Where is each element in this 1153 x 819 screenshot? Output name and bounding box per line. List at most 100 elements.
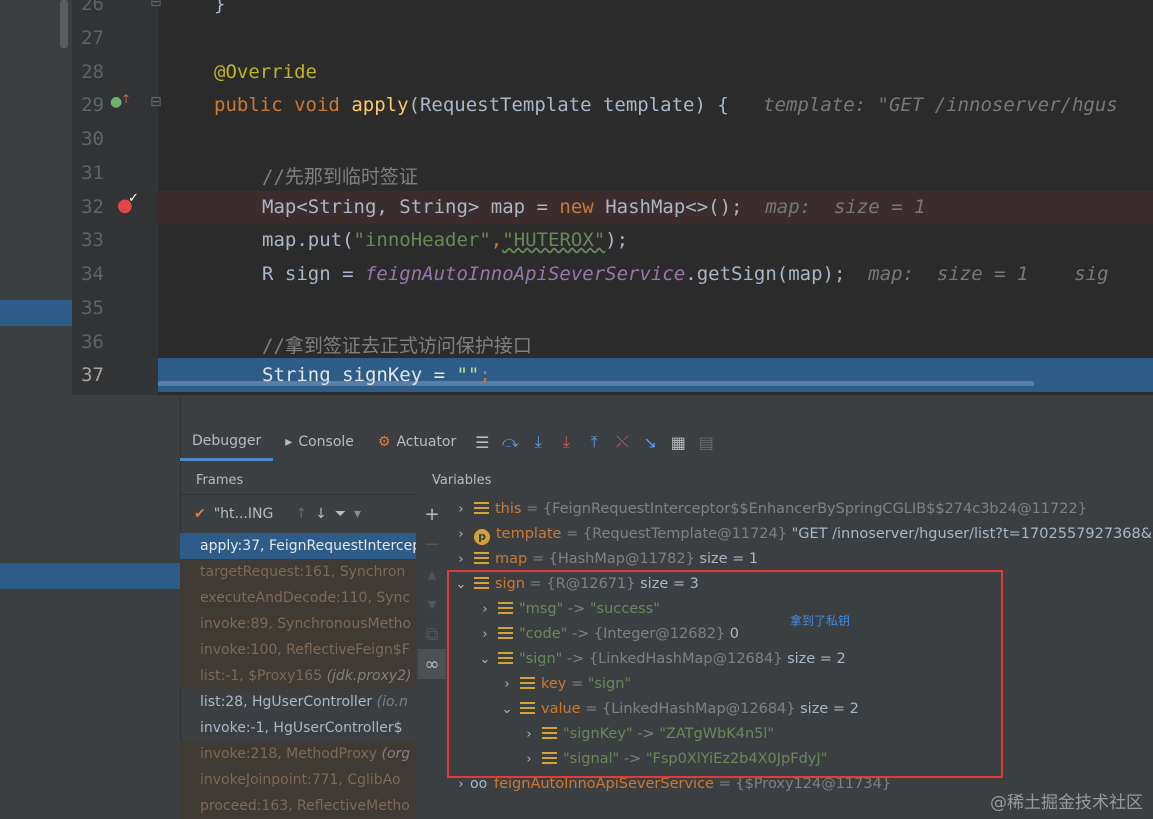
frame-item[interactable]: invokeJoinpoint:771, CglibAo: [180, 767, 416, 793]
variables-tree: › this = {FeignRequestInterceptor$$Enhanc…: [448, 495, 1153, 819]
field-icon: [474, 552, 489, 564]
step-out-icon[interactable]: ⤒: [580, 428, 608, 456]
collapse-arrow-icon[interactable]: ⌄: [454, 572, 468, 597]
up-arrow-icon[interactable]: ↑: [295, 506, 307, 522]
frame-item[interactable]: invoke:100, ReflectiveFeign$F: [180, 637, 416, 663]
line-number: 31: [81, 162, 104, 184]
frame-item[interactable]: proceed:163, ReflectiveMetho: [180, 793, 416, 819]
variable-row[interactable]: ⌄ sign = {R@12671} size = 3: [454, 572, 699, 597]
layout-menu-icon[interactable]: ☰: [468, 428, 496, 456]
watermark: @稀土掘金技术社区: [990, 793, 1143, 813]
tab-label: Actuator: [396, 434, 457, 450]
inline-debug-hint: map: size = 1: [765, 196, 926, 218]
drop-frame-icon[interactable]: ⤬: [608, 428, 636, 456]
parameter-icon: p: [474, 529, 490, 545]
variable-row[interactable]: ⌄ "sign" -> {LinkedHashMap@12684} size = …: [478, 647, 846, 672]
variable-row[interactable]: › this = {FeignRequestInterceptor$$Enhanc…: [454, 497, 1087, 522]
debug-tool-window: Debugger ▸ Console ⚙ Actuator ☰ ⤼ ⤓ ⤓ ⤒ ⤬ …: [0, 395, 1153, 819]
expand-arrow-icon[interactable]: ›: [478, 597, 492, 622]
frame-item[interactable]: executeAndDecode:110, Sync: [180, 585, 416, 611]
line-number-current: 37: [81, 364, 104, 386]
variable-row[interactable]: › "code" -> {Integer@12682} 0: [478, 622, 739, 647]
variable-row[interactable]: › "msg" -> "success": [478, 597, 660, 622]
entry-icon: [542, 752, 557, 764]
code-line: public void apply(RequestTemplate templa…: [214, 94, 1118, 116]
frame-item[interactable]: invoke:-1, HgUserController$: [180, 715, 416, 741]
frame-item[interactable]: list:28, HgUserController (io.n: [180, 689, 416, 715]
side-panel: [0, 395, 181, 819]
expand-arrow-icon[interactable]: ›: [500, 672, 514, 697]
add-watch-icon[interactable]: +: [418, 499, 446, 529]
variable-row[interactable]: › key = "sign": [500, 672, 631, 697]
step-into-icon[interactable]: ⤓: [524, 428, 552, 456]
variable-row[interactable]: › "signal" -> "Fsp0XlYiEz2b4X0JpFdyJ": [522, 747, 827, 772]
frame-item[interactable]: targetRequest:161, Synchron: [180, 559, 416, 585]
frame-item[interactable]: invoke:89, SynchronousMetho: [180, 611, 416, 637]
entry-icon: [542, 727, 557, 739]
inline-debug-hint: map: size = 1 sig: [868, 263, 1109, 285]
tab-actuator[interactable]: ⚙ Actuator: [366, 425, 468, 459]
entry-icon: [498, 652, 513, 664]
expand-arrow-icon[interactable]: ›: [522, 722, 536, 747]
force-step-into-icon[interactable]: ⤓: [552, 428, 580, 456]
breakpoint-check-icon: ✓: [128, 191, 139, 206]
fold-icon[interactable]: ⊟: [150, 94, 162, 110]
frames-header: Frames: [180, 467, 416, 495]
field-icon: [474, 502, 489, 514]
line-number: 33: [81, 229, 104, 251]
code-line: Map<String, String> map = new HashMap<>(…: [262, 196, 926, 218]
trace-stream-icon[interactable]: ▤: [692, 428, 720, 456]
code-comment: //拿到签证去正式访问保护接口: [262, 335, 532, 357]
move-down-icon[interactable]: ▾: [418, 589, 446, 619]
inline-debug-hint: template: "GET /innoserver/hgus: [763, 94, 1118, 116]
collapse-arrow-icon[interactable]: ⌄: [500, 697, 514, 722]
field-icon: [474, 577, 489, 589]
expand-arrow-icon[interactable]: ›: [478, 622, 492, 647]
expand-arrow-icon[interactable]: ›: [454, 497, 468, 522]
show-watches-icon[interactable]: ∞: [418, 649, 446, 679]
tab-debugger[interactable]: Debugger: [180, 424, 274, 461]
line-number: 28: [81, 61, 104, 83]
frames-list: apply:37, FeignRequestIntercep targetReq…: [180, 533, 416, 819]
check-icon: ✔: [194, 506, 206, 522]
remove-watch-icon[interactable]: −: [418, 529, 446, 559]
expand-arrow-icon[interactable]: ›: [454, 522, 468, 547]
code-comment: //先那到临时签证: [262, 166, 418, 188]
copy-icon[interactable]: ⧉: [418, 619, 446, 649]
frame-item[interactable]: invoke:218, MethodProxy (org: [180, 741, 416, 767]
fold-icon[interactable]: ⊟: [150, 0, 162, 10]
variable-row[interactable]: › map = {HashMap@11782} size = 1: [454, 547, 758, 572]
evaluate-expression-icon[interactable]: ▦: [664, 428, 692, 456]
down-arrow-icon[interactable]: ↓: [315, 506, 327, 522]
tab-label: Debugger: [192, 432, 262, 449]
code-editor[interactable]: 26 27 28 29 30 31 32 33 34 35 36 37 ● ↑ …: [0, 0, 1153, 395]
frame-item[interactable]: list:-1, $Proxy165 (jdk.proxy2): [180, 663, 416, 689]
dropdown-icon[interactable]: ▾: [354, 506, 361, 522]
entry-icon: [498, 627, 513, 639]
thread-selector[interactable]: ✔ "ht...ING ↑ ↓ ⏷ ▾: [180, 499, 416, 529]
line-number: 27: [81, 27, 104, 49]
collapse-arrow-icon[interactable]: ⌄: [478, 647, 492, 672]
move-up-icon[interactable]: ▴: [418, 559, 446, 589]
line-number: 35: [81, 297, 104, 319]
variables-toolbar: + − ▴ ▾ ⧉ ∞: [418, 499, 446, 819]
scrollbar-thumb[interactable]: [60, 0, 68, 48]
expand-arrow-icon[interactable]: ›: [454, 772, 468, 797]
variable-row[interactable]: › "signKey" -> "ZATgWbK4n5l": [522, 722, 774, 747]
step-over-icon[interactable]: ⤼: [496, 428, 524, 456]
expand-arrow-icon[interactable]: ›: [454, 547, 468, 572]
code-line: @Override: [214, 61, 317, 83]
variable-row[interactable]: ⌄ value = {LinkedHashMap@12684} size = 2: [500, 697, 859, 722]
line-number: 34: [81, 263, 104, 285]
debug-tabs: Debugger ▸ Console ⚙ Actuator ☰ ⤼ ⤓ ⤓ ⤒ ⤬ …: [180, 424, 720, 461]
field-icon: [520, 702, 535, 714]
expand-arrow-icon[interactable]: ›: [522, 747, 536, 772]
run-to-cursor-icon[interactable]: ↘: [636, 428, 664, 456]
variable-row[interactable]: › p template = {RequestTemplate@11724} "GE…: [454, 522, 1153, 547]
frame-item[interactable]: apply:37, FeignRequestIntercep: [180, 533, 416, 559]
filter-icon[interactable]: ⏷: [335, 506, 346, 522]
code-line: map.put("innoHeader","HUTEROX");: [262, 229, 629, 251]
variable-row[interactable]: › oo feignAutoInnoApiSeverService = {$Prox…: [454, 772, 891, 797]
field-icon: [520, 677, 535, 689]
tab-console[interactable]: ▸ Console: [273, 425, 366, 459]
